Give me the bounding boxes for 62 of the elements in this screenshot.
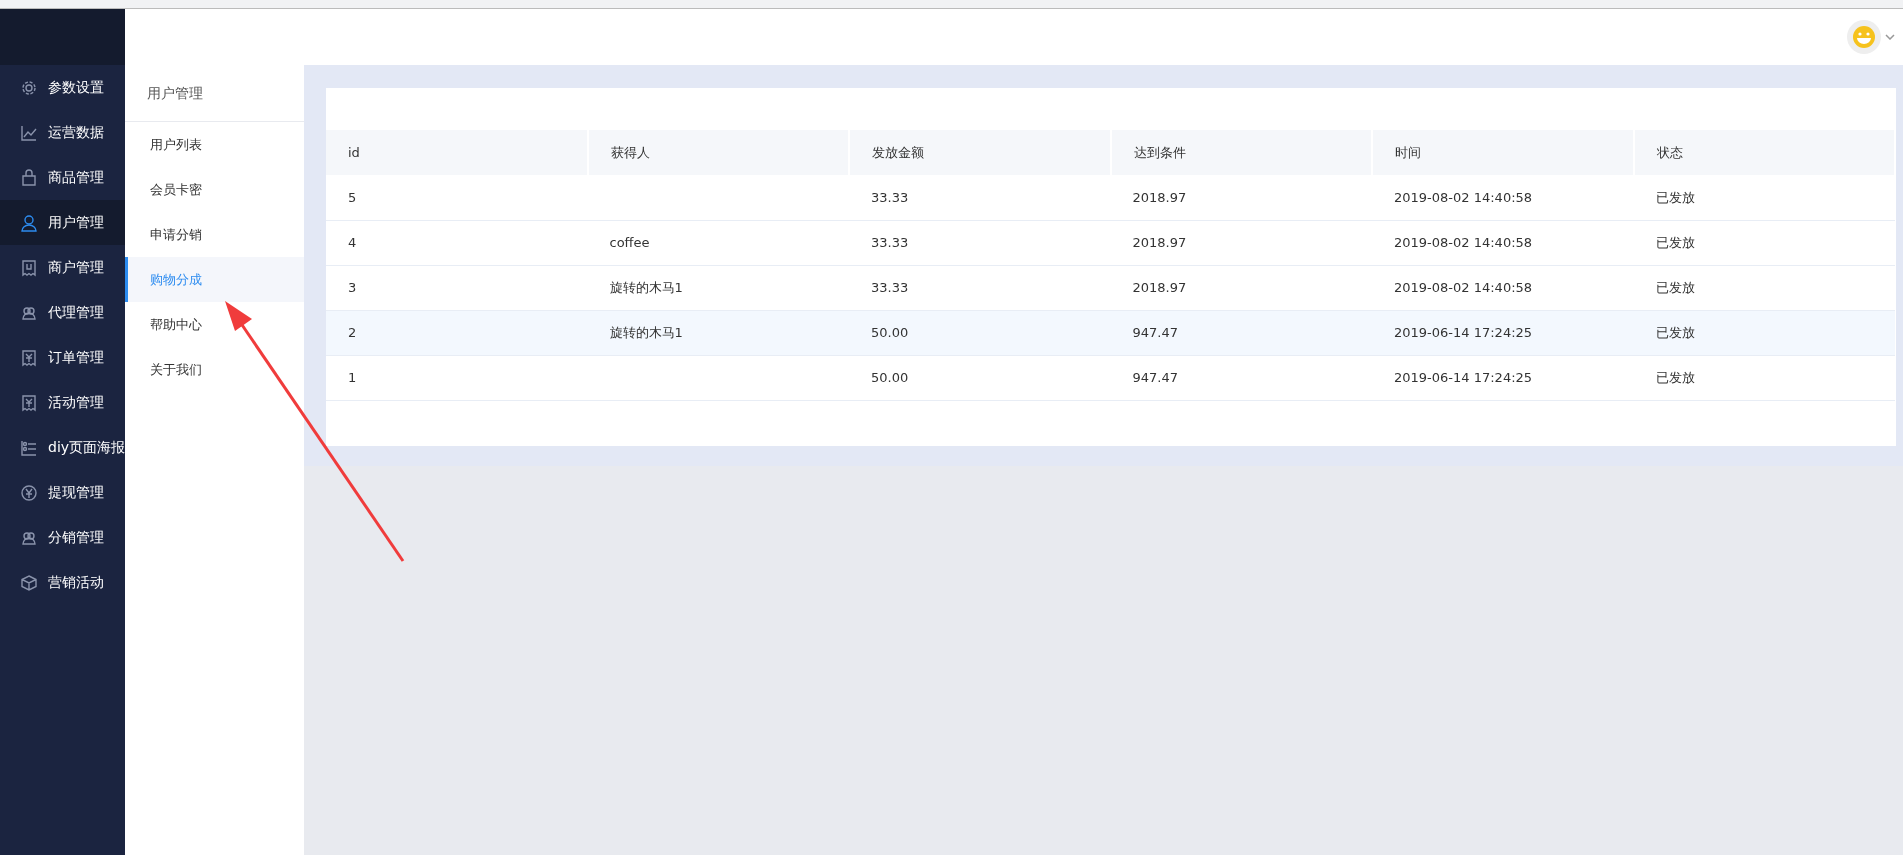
table-cell: 已发放 — [1655, 369, 1695, 385]
sidebar-item[interactable]: 商品管理 — [0, 155, 125, 200]
receipt-icon — [20, 258, 38, 277]
submenu-item[interactable]: 帮助中心 — [125, 302, 304, 347]
yen-receipt-icon — [20, 393, 38, 412]
table-cell: 5 — [348, 189, 357, 205]
table-cell: 33.33 — [871, 234, 909, 250]
sidebar-item[interactable]: 活动管理 — [0, 380, 125, 425]
column-header: 获得人 — [587, 130, 849, 175]
submenu-item[interactable]: 关于我们 — [125, 347, 304, 392]
sidebar-item[interactable]: 运营数据 — [0, 110, 125, 155]
table-cell: 2019-08-02 14:40:58 — [1394, 234, 1533, 250]
user-icon — [20, 213, 38, 232]
table-cell: 已发放 — [1655, 189, 1695, 205]
sidebar-item[interactable]: 分销管理 — [0, 515, 125, 560]
table-cell: 50.00 — [871, 324, 909, 340]
table-cell: 已发放 — [1655, 324, 1695, 340]
sidebar-item[interactable]: 用户管理 — [0, 200, 125, 245]
table-cell: 947.47 — [1132, 324, 1178, 340]
cube-icon — [20, 573, 38, 592]
table-cell: 2019-06-14 17:24:25 — [1394, 324, 1533, 340]
table-cell: 2018.97 — [1132, 234, 1187, 250]
column-header: id — [326, 130, 588, 175]
table-cell: 2019-06-14 17:24:25 — [1394, 369, 1533, 385]
table-cell: 50.00 — [871, 369, 909, 385]
submenu-item[interactable]: 会员卡密 — [125, 167, 304, 212]
table-cell: 2018.97 — [1132, 279, 1187, 295]
bag-icon — [20, 168, 38, 187]
yen-coin-icon — [20, 483, 38, 502]
column-header: 发放金额 — [849, 130, 1111, 175]
yen-receipt-icon — [20, 348, 38, 367]
table-cell: 2018.97 — [1132, 189, 1187, 205]
avatar-icon[interactable] — [1847, 20, 1881, 54]
table-cell: 旋转的木马1 — [609, 324, 683, 340]
table-cell: 2019-08-02 14:40:58 — [1394, 189, 1533, 205]
submenu-item[interactable]: 申请分销 — [125, 212, 304, 257]
sidebar-item[interactable]: 营销活动 — [0, 560, 125, 605]
table-cell: 已发放 — [1655, 234, 1695, 250]
sidebar-item[interactable]: 代理管理 — [0, 290, 125, 335]
table-cell: 1 — [348, 369, 357, 385]
column-header: 时间 — [1372, 130, 1634, 175]
table-cell: 947.47 — [1132, 369, 1178, 385]
table-cell: 3 — [348, 279, 357, 295]
sidebar-item[interactable]: 商户管理 — [0, 245, 125, 290]
caret-icon[interactable] — [1885, 34, 1895, 40]
column-header: 状态 — [1633, 130, 1895, 175]
table-cell: 2019-08-02 14:40:58 — [1394, 279, 1533, 295]
table-cell: 旋转的木马1 — [609, 279, 683, 295]
sidebar-item[interactable]: 订单管理 — [0, 335, 125, 380]
table-cell: 2 — [348, 324, 357, 340]
table-cell: 33.33 — [871, 279, 909, 295]
table-cell: 已发放 — [1655, 279, 1695, 295]
table-cell: 33.33 — [871, 189, 909, 205]
sidebar-item[interactable]: diy页面海报 — [0, 425, 125, 470]
table-cell: coffee — [609, 234, 650, 250]
sidebar-item[interactable]: 参数设置 — [0, 65, 125, 110]
chart-icon — [20, 123, 38, 142]
list-icon — [20, 438, 38, 457]
submenu-item[interactable]: 用户列表 — [125, 122, 304, 167]
table-cell: 4 — [348, 234, 357, 250]
sidebar-item[interactable]: 提现管理 — [0, 470, 125, 515]
column-header: 达到条件 — [1110, 130, 1372, 175]
